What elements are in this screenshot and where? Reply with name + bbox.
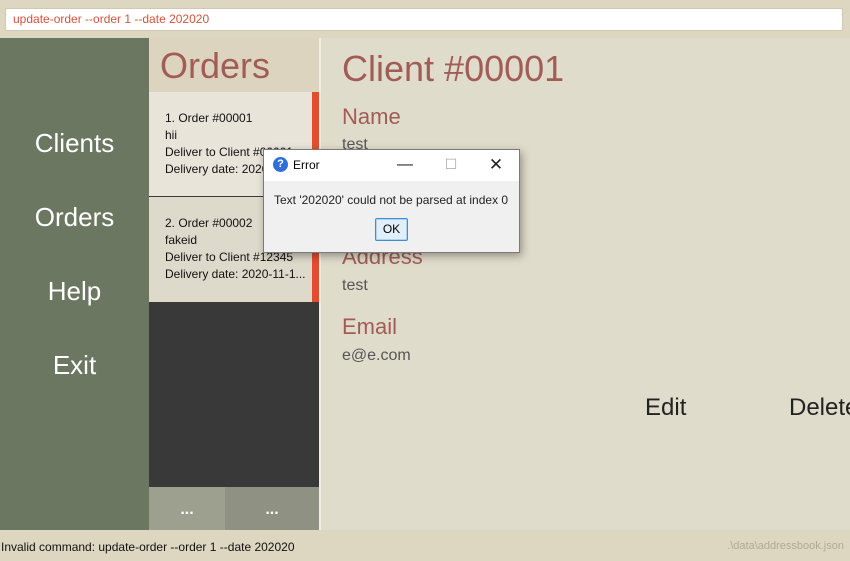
edit-button[interactable]: Edit (645, 394, 686, 422)
error-dialog: ? Error — ☐ ✕ Text '202020' could not be… (263, 149, 520, 253)
tab-left[interactable]: ... (149, 487, 225, 530)
tab-right[interactable]: ... (225, 487, 319, 530)
nav-item-clients[interactable]: Clients (0, 128, 149, 159)
status-message: Invalid command: update-order --order 1 … (1, 540, 295, 554)
client-detail-panel: Client #00001 Name test Address test Ema… (321, 38, 850, 530)
dialog-title: Error (293, 158, 320, 172)
email-label: Email (342, 314, 398, 339)
command-input[interactable]: update-order --order 1 --date 202020 (5, 8, 843, 31)
delete-button[interactable]: Delete (789, 394, 850, 422)
orders-tabs: ... ... (149, 487, 319, 530)
question-icon: ? (273, 157, 288, 172)
order-card-delivery-date: Delivery date: 2020-11-1... (165, 267, 306, 281)
status-bar: Invalid command: update-order --order 1 … (0, 530, 850, 561)
orders-title: Orders (160, 45, 271, 86)
dialog-titlebar[interactable]: ? Error — ☐ ✕ (264, 150, 519, 181)
order-card-header: 1. Order #00001 (165, 111, 253, 125)
ok-button[interactable]: OK (375, 218, 408, 241)
close-button[interactable]: ✕ (474, 150, 518, 181)
address-value: test (342, 277, 368, 294)
dialog-message: Text '202020' could not be parsed at ind… (274, 193, 509, 207)
maximize-button[interactable]: ☐ (429, 150, 473, 181)
orders-header: Orders (149, 38, 319, 92)
email-value: e@e.com (342, 347, 411, 364)
orders-panel: Orders 1. Order #00001 hii Deliver to Cl… (149, 38, 321, 530)
status-file-path: .\data\addressbook.json (727, 540, 844, 552)
name-label: Name (342, 104, 401, 129)
nav-item-exit[interactable]: Exit (0, 350, 149, 381)
order-card-description: hii (165, 128, 178, 142)
minimize-button[interactable]: — (383, 150, 427, 181)
nav-item-orders[interactable]: Orders (0, 202, 149, 233)
nav-item-help[interactable]: Help (0, 276, 149, 307)
command-bar: update-order --order 1 --date 202020 (0, 0, 850, 38)
client-title: Client #00001 (342, 48, 565, 89)
sidebar-nav: Clients Orders Help Exit (0, 38, 149, 530)
